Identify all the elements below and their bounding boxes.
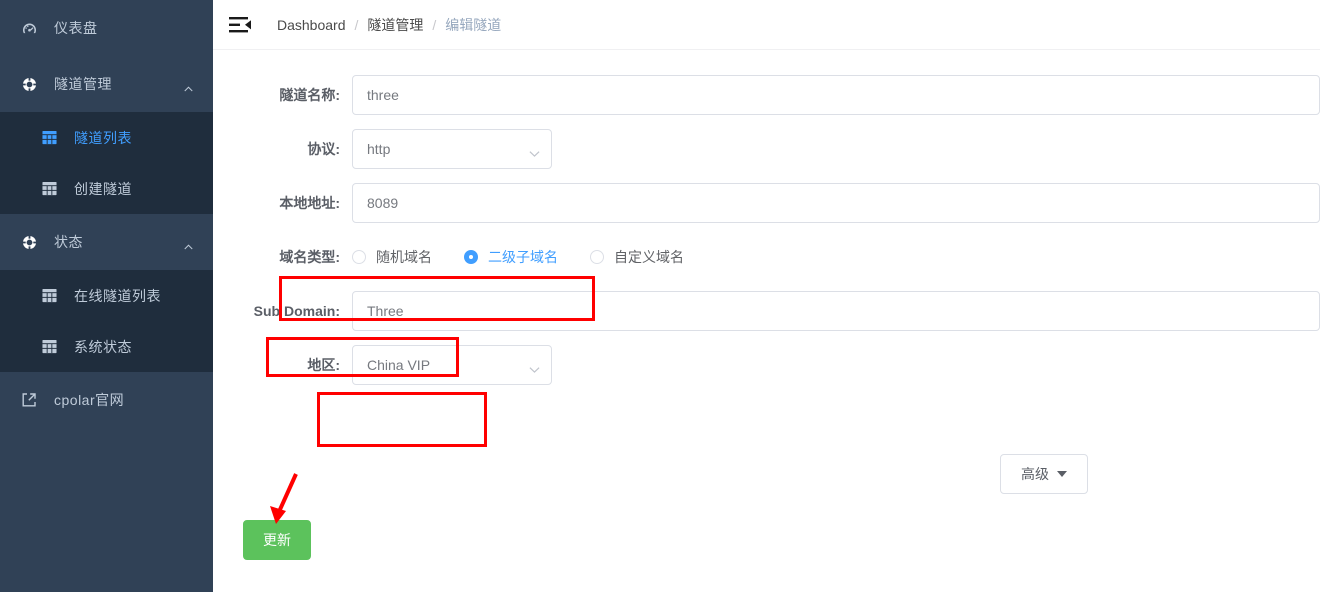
region-label: 地区: [307,357,340,373]
sidebar: 仪表盘 隧道管理 隧道列表 创建隧道 状态 在线隧道列表 系统状态 cpolar… [0,0,213,592]
radio-sub-domain[interactable]: 二级子域名 [464,247,558,267]
sidebar-item-label: cpolar官网 [54,392,125,408]
breadcrumb: Dashboard / 隧道管理 / 编辑隧道 [277,15,501,35]
radio-indicator [464,250,478,264]
sidebar-item-online-tunnel-list[interactable]: 在线隧道列表 [0,270,213,321]
sidebar-item-status[interactable]: 状态 [0,214,213,270]
sub-domain-value: Three [367,303,404,319]
domain-type-radio-group: 随机域名 二级子域名 自定义域名 [352,247,684,267]
breadcrumb-separator: / [432,16,437,33]
update-button-label: 更新 [263,532,291,548]
advanced-button[interactable]: 高级 [1000,454,1088,494]
protocol-value: http [367,141,391,157]
advanced-button-label: 高级 [1021,466,1049,482]
tunnel-name-input[interactable]: three [352,75,1320,115]
table-grid-icon [40,338,58,356]
dashboard-gauge-icon [20,19,38,37]
sidebar-item-tunnel-list[interactable]: 隧道列表 [0,112,213,163]
menu-fold-icon[interactable] [229,15,251,35]
local-address-input[interactable]: 8089 [352,183,1320,223]
radio-label: 二级子域名 [488,249,558,265]
sidebar-item-label: 创建隧道 [74,180,132,197]
sidebar-item-label: 隧道列表 [74,129,132,146]
region-row: 地区: China VIP [213,338,1320,392]
sidebar-item-label: 状态 [54,234,83,250]
sidebar-item-label: 系统状态 [74,338,132,355]
protocol-select[interactable]: http [352,129,552,169]
sidebar-item-dashboard[interactable]: 仪表盘 [0,0,213,56]
edit-tunnel-form: 隧道名称: three 协议: http 本地地址: 8089 域名类型: 随机… [213,50,1320,560]
local-address-label: 本地地址: [279,195,340,211]
radio-random-domain[interactable]: 随机域名 [352,247,432,267]
radio-label: 自定义域名 [614,249,684,265]
caret-down-icon [1057,471,1067,477]
chevron-down-icon [529,145,540,157]
breadcrumb-separator: / [354,16,359,33]
tunnel-compass-icon [20,75,38,93]
protocol-label: 协议: [307,141,340,157]
tunnel-name-label: 隧道名称: [279,87,340,103]
app-root: 仪表盘 隧道管理 隧道列表 创建隧道 状态 在线隧道列表 系统状态 cpolar… [0,0,1320,592]
domain-type-label: 域名类型: [279,249,340,265]
breadcrumb-item-tunnel-management[interactable]: 隧道管理 [367,15,423,35]
tunnel-name-row: 隧道名称: three [213,68,1320,122]
breadcrumb-item-edit-tunnel: 编辑隧道 [445,16,502,33]
domain-type-row: 域名类型: 随机域名 二级子域名 自定义域名 [213,230,1320,284]
sidebar-item-system-status[interactable]: 系统状态 [0,321,213,372]
table-grid-icon [40,287,58,305]
sub-domain-input[interactable]: Three [352,291,1320,331]
local-address-value: 8089 [367,195,399,211]
update-button[interactable]: 更新 [243,520,311,560]
sidebar-item-label: 在线隧道列表 [74,287,161,304]
protocol-row: 协议: http [213,122,1320,176]
table-grid-icon [40,129,58,147]
local-address-row: 本地地址: 8089 [213,176,1320,230]
radio-indicator [352,250,366,264]
sidebar-item-create-tunnel[interactable]: 创建隧道 [0,163,213,214]
sidebar-item-tunnel-management[interactable]: 隧道管理 [0,56,213,112]
radio-label: 随机域名 [376,249,432,265]
submenu-tunnel-management: 隧道列表 创建隧道 [0,112,213,214]
tunnel-name-value: three [367,87,399,103]
navbar: Dashboard / 隧道管理 / 编辑隧道 [213,0,1320,50]
sub-domain-row: Sub Domain: Three [213,284,1320,338]
sidebar-item-cpolar-website[interactable]: cpolar官网 [0,372,213,428]
status-compass-icon [20,233,38,251]
table-grid-icon [40,180,58,198]
sidebar-item-label: 隧道管理 [54,76,112,92]
main-content: Dashboard / 隧道管理 / 编辑隧道 隧道名称: three 协议: … [213,0,1320,592]
chevron-up-icon [184,239,193,250]
external-link-icon [20,391,38,409]
radio-custom-domain[interactable]: 自定义域名 [590,247,684,267]
chevron-up-icon [184,81,193,92]
sidebar-item-label: 仪表盘 [54,20,98,36]
submenu-status: 在线隧道列表 系统状态 [0,270,213,372]
chevron-down-icon [529,361,540,373]
sub-domain-label: Sub Domain: [253,303,340,319]
breadcrumb-item-dashboard[interactable]: Dashboard [277,17,346,33]
region-select[interactable]: China VIP [352,345,552,385]
region-value: China VIP [367,357,431,373]
radio-indicator [590,250,604,264]
